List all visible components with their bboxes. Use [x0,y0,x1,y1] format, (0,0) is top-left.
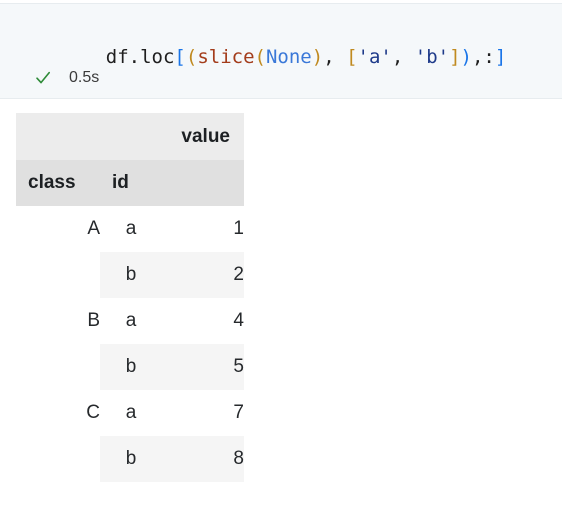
cell-class [16,436,100,482]
cell-value: 8 [162,436,244,482]
code-token-paren-close-1: ) [460,46,472,68]
checkmark-icon [34,69,52,87]
code-input-line[interactable]: df.loc[(slice(None), ['a', 'b']),:] [60,21,507,93]
table-row: b 5 [16,344,244,390]
table-row: b 8 [16,436,244,482]
header-corner-blank-id [100,113,162,160]
table-row: C a 7 [16,390,244,436]
cell-value: 4 [233,310,244,331]
dataframe-table: value class id A a 1 b 2 B a 4 b 5 C a 7… [16,113,244,482]
table-row: b 2 [16,252,244,298]
code-token-comma-1: , [323,46,347,68]
cell-class: C [86,402,100,423]
header-column-value: value [162,113,244,160]
code-token-paren-open-2: ( [254,46,266,68]
code-token-comma-2: , [391,46,415,68]
code-token-bracket-open-1: [ [174,46,186,68]
cell-class [16,344,100,390]
cell-id: b [100,436,162,482]
code-token-string-b: 'b' [414,46,450,68]
table-header-row-columns: value [16,113,244,160]
header-corner-blank-class [16,113,100,160]
code-token-list-open: [ [346,46,358,68]
cell-value: 1 [233,218,244,239]
cell-id: a [125,310,137,331]
table-row: A a 1 [16,206,244,252]
execution-time-label: 0.5s [69,69,100,86]
table-header-row-index-names: class id [16,160,244,206]
cell-class [16,252,100,298]
cell-class: B [87,310,100,331]
cell-class: A [87,218,100,239]
notebook-code-cell[interactable]: df.loc[(slice(None), ['a', 'b']),:] 0.5s [0,3,562,99]
table-row: B a 4 [16,298,244,344]
header-index-class: class [16,160,100,206]
code-token-none: None [265,46,312,68]
code-token-df-loc: df.loc [105,46,175,68]
code-token-list-close: ] [449,46,461,68]
table-head: value class id [16,113,244,206]
header-index-blank [162,160,244,206]
code-token-slice: slice [197,46,255,68]
code-token-string-a: 'a' [357,46,392,68]
cell-id: a [125,402,137,423]
code-token-paren-close-2: ) [311,46,324,68]
cell-id: b [100,344,162,390]
cell-id: a [125,218,137,239]
cell-id: b [100,252,162,298]
header-index-id: id [100,160,162,206]
table-body: A a 1 b 2 B a 4 b 5 C a 7 b 8 [16,206,244,482]
code-token-comma-colon: ,: [471,46,495,68]
cell-value: 5 [162,344,244,390]
cell-value: 7 [233,402,244,423]
dataframe-output: value class id A a 1 b 2 B a 4 b 5 C a 7… [16,113,244,482]
cell-value: 2 [162,252,244,298]
code-token-bracket-close-1: ] [494,46,507,68]
cell-execution-status: 0.5s [34,66,99,90]
code-token-paren-open-1: ( [185,46,198,68]
